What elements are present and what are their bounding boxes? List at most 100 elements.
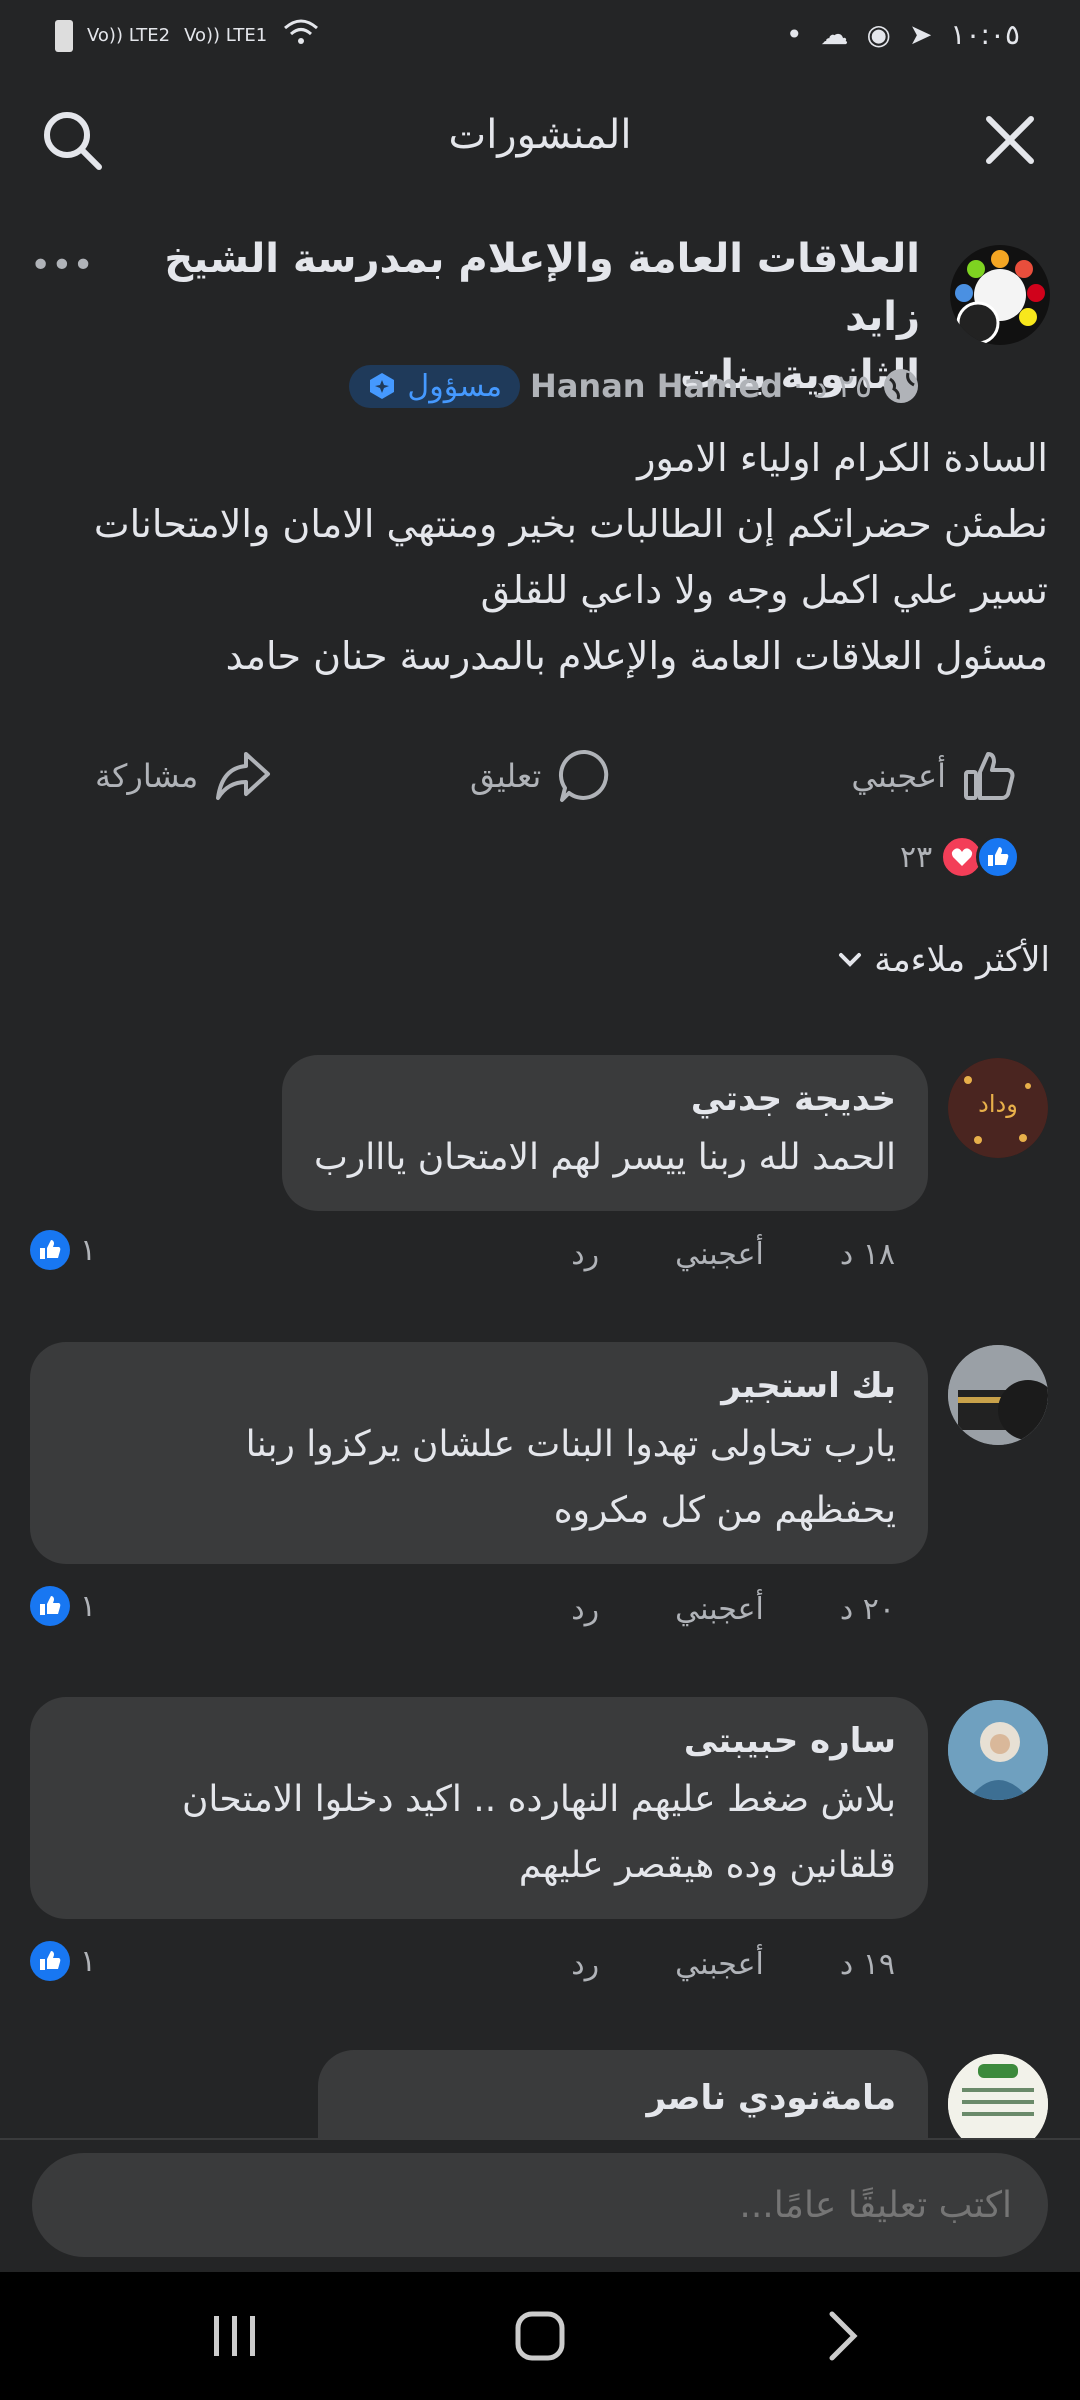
comments-sort-dropdown[interactable]: الأكثر ملاءمة <box>838 940 1050 980</box>
page-name-line1: العلاقات العامة والإعلام بمدرسة الشيخ زا… <box>164 236 920 340</box>
comment-text-line: بلاش ضغط عليهم النهارده .. اكيد دخلوا ال… <box>181 1779 896 1820</box>
telegram-icon: ➤ <box>908 18 933 51</box>
post-author[interactable]: Hanan Hamed <box>530 367 783 405</box>
comment-meta: ١٩ د أعجبني رد <box>571 1947 895 1982</box>
comment-input[interactable] <box>32 2153 1048 2257</box>
like-button[interactable]: أعجبني <box>851 748 1018 804</box>
comment-partial: مامةنودي ناصر <box>0 2050 1080 2138</box>
like-count: ١ <box>80 1943 97 1979</box>
top-bar: المنشورات <box>0 80 1080 200</box>
chevron-down-icon <box>839 953 862 967</box>
comment-meta: ٢٠ د أعجبني رد <box>571 1592 895 1627</box>
home-button[interactable] <box>514 2310 566 2366</box>
shield-icon <box>370 373 395 399</box>
share-button[interactable]: مشاركة <box>95 748 272 804</box>
share-icon <box>216 752 271 800</box>
comment-reply-link[interactable]: رد <box>571 1592 599 1627</box>
more-options-button[interactable]: ••• <box>30 245 94 286</box>
comment-time: ٢٠ د <box>839 1592 895 1627</box>
status-bar: Vo)) LTE2 Vo)) LTE1 • ☁ ◉ ➤ ١٠:٠٥ <box>0 0 1080 80</box>
comment-like-count[interactable]: ١ <box>30 1941 96 1981</box>
commenter-avatar[interactable] <box>948 1700 1048 1800</box>
dot-icon: • <box>785 18 803 51</box>
more-dots-icon: ••• <box>30 245 94 286</box>
comment-composer[interactable] <box>32 2153 1048 2257</box>
post-header: العلاقات العامة والإعلام بمدرسة الشيخ زا… <box>30 230 1050 410</box>
post-time: ٢٥ د <box>813 367 872 405</box>
admin-badge-label: مسؤول <box>407 368 503 404</box>
comment-like-link[interactable]: أعجبني <box>675 1237 764 1272</box>
sim2-signal: Vo)) LTE2 <box>87 25 171 46</box>
avatar-image <box>948 1345 1048 1445</box>
post-actions: أعجبني تعليق مشاركة <box>0 730 1080 820</box>
post-line: السادة الكرام اولياء الامور <box>637 436 1048 480</box>
post-line: نطمئن حضراتكم إن الطالبات بخير ومنتهي ال… <box>93 502 1048 546</box>
comment-text-line: قلقانين وده هيقصر عليهم <box>518 1845 896 1886</box>
thumbs-up-icon <box>964 752 1015 800</box>
commenter-name[interactable]: ساره حبيبتى <box>62 1715 896 1767</box>
reactions-summary[interactable]: ٢٣ <box>900 835 1021 879</box>
sim1-signal: Vo)) LTE1 <box>184 25 268 46</box>
comment-text-line: يارب تحاولى تهدوا البنات علشان يركزوا رب… <box>245 1424 896 1465</box>
post-line: تسير علي اكمل وجه ولا داعي للقلق <box>480 568 1048 612</box>
comment-content: خديجة جدتي الحمد لله ربنا ييسر لهم الامت… <box>282 1055 928 1211</box>
comment-like-link[interactable]: أعجبني <box>675 1592 764 1627</box>
weather-icon: ☁ <box>820 18 849 51</box>
commenter-name[interactable]: مامةنودي ناصر <box>318 2050 928 2124</box>
messenger-icon: ◉ <box>866 18 891 51</box>
back-button[interactable] <box>826 2310 860 2366</box>
page-logo-icon <box>955 250 1045 345</box>
battery-icon <box>55 20 73 52</box>
comment-bubble[interactable]: ساره حبيبتى بلاش ضغط عليهم النهارده .. ا… <box>30 1697 928 1919</box>
commenter-avatar[interactable] <box>948 1345 1048 1445</box>
status-right: • ☁ ◉ ➤ ١٠:٠٥ <box>786 18 1020 51</box>
comment-reply-link[interactable]: رد <box>571 1947 599 1982</box>
comment-like-count[interactable]: ١ <box>30 1586 96 1626</box>
like-label: أعجبني <box>851 757 946 795</box>
comment-label: تعليق <box>470 757 542 795</box>
comment-like-link[interactable]: أعجبني <box>675 1947 764 1982</box>
sort-label: الأكثر ملاءمة <box>874 940 1050 980</box>
comment-time: ١٩ د <box>839 1947 895 1982</box>
like-count: ١ <box>80 1232 97 1268</box>
recents-button[interactable] <box>210 2312 260 2364</box>
recents-icon <box>214 2316 255 2356</box>
divider <box>0 2138 1080 2140</box>
page-avatar[interactable] <box>950 245 1050 345</box>
close-button[interactable] <box>970 100 1050 180</box>
comment-text: الحمد لله ربنا ييسر لهم الامتحان يااارب <box>314 1137 896 1178</box>
admin-badge: مسؤول <box>349 364 521 408</box>
reaction-count: ٢٣ <box>900 839 933 875</box>
like-reaction-icon <box>30 1586 70 1626</box>
comment-icon <box>559 749 609 802</box>
comment-bubble[interactable]: خديجة جدتي الحمد لله ربنا ييسر لهم الامت… <box>282 1055 928 1211</box>
like-reaction-icon <box>30 1941 70 1981</box>
commenter-avatar[interactable]: وداد <box>948 1058 1048 1158</box>
commenter-name[interactable]: بك استجير <box>62 1360 896 1412</box>
post-meta: ٢٥ د · Hanan Hamed مسؤول <box>349 358 920 414</box>
comment-reply-link[interactable]: رد <box>571 1237 599 1272</box>
post-body: السادة الكرام اولياء الامور نطمئن حضراتك… <box>38 425 1048 689</box>
like-reaction-icon <box>976 835 1021 879</box>
commenter-name[interactable]: خديجة جدتي <box>314 1073 896 1125</box>
close-icon <box>986 116 1034 164</box>
comment-meta: ١٨ د أعجبني رد <box>571 1237 895 1272</box>
comment-like-count[interactable]: ١ <box>30 1230 96 1270</box>
commenter-avatar[interactable] <box>948 2054 1048 2138</box>
comment-bubble[interactable]: بك استجير يارب تحاولى تهدوا البنات علشان… <box>30 1342 928 1564</box>
avatar-text: وداد <box>978 1090 1018 1118</box>
comment-content: بك استجير يارب تحاولى تهدوا البنات علشان… <box>30 1342 928 1564</box>
page-title: المنشورات <box>448 112 632 158</box>
comment-button[interactable]: تعليق <box>470 748 613 804</box>
avatar-image <box>948 2054 1048 2138</box>
share-label: مشاركة <box>95 757 199 795</box>
comment-content: ساره حبيبتى بلاش ضغط عليهم النهارده .. ا… <box>30 1697 928 1919</box>
globe-icon <box>884 369 918 403</box>
status-left: Vo)) LTE2 Vo)) LTE1 <box>55 18 321 54</box>
home-icon <box>515 2311 565 2361</box>
like-count: ١ <box>80 1588 97 1624</box>
avatar-image <box>948 1700 1048 1800</box>
wifi-icon <box>281 18 321 54</box>
comment-text-line: يحفظهم من كل مكروه <box>553 1490 896 1531</box>
comment-bubble[interactable]: مامةنودي ناصر <box>318 2050 928 2138</box>
